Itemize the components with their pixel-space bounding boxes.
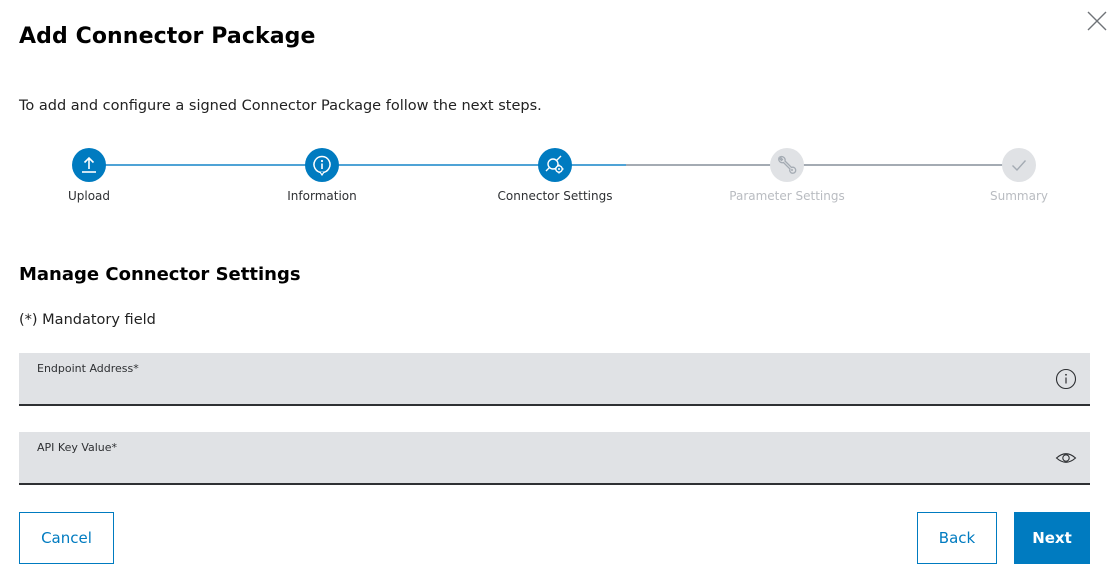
step-label: Parameter Settings [729,189,845,203]
step-summary[interactable]: Summary [919,148,1119,203]
step-information[interactable]: Information [222,148,422,203]
close-icon [1087,11,1107,31]
connector-settings-icon [545,155,564,174]
intro-text: To add and configure a signed Connector … [19,98,542,114]
wrench-icon [778,155,797,174]
info-icon [313,155,331,176]
step-parameter-settings[interactable]: Parameter Settings [687,148,887,203]
step-connector-settings[interactable]: Connector Settings [455,148,655,203]
dialog-title: Add Connector Package [19,24,316,49]
toggle-visibility-button[interactable] [1054,446,1078,470]
mandatory-note: (*) Mandatory field [19,312,156,328]
section-title: Manage Connector Settings [19,264,301,285]
cancel-button[interactable]: Cancel [19,512,114,564]
endpoint-address-input[interactable] [37,379,1017,401]
info-icon [1055,368,1077,390]
step-label: Upload [67,189,111,203]
step-label: Summary [990,189,1048,203]
endpoint-address-field[interactable]: Endpoint Address* [19,353,1090,406]
step-label: Information [287,189,357,203]
api-key-label: API Key Value* [37,441,118,454]
stepper: Upload Information Connector Settings Pa… [0,148,1120,208]
endpoint-address-label: Endpoint Address* [37,362,139,375]
checkmark-icon [1012,160,1027,172]
upload-icon [82,156,96,173]
endpoint-info-button[interactable] [1054,367,1078,391]
close-button[interactable] [1086,10,1108,32]
api-key-field[interactable]: API Key Value* [19,432,1090,485]
next-button[interactable]: Next [1014,512,1090,564]
step-upload[interactable]: Upload [0,148,189,203]
eye-icon [1055,453,1077,463]
api-key-input[interactable] [37,458,1017,480]
back-button[interactable]: Back [917,512,997,564]
step-label: Connector Settings [497,189,613,203]
